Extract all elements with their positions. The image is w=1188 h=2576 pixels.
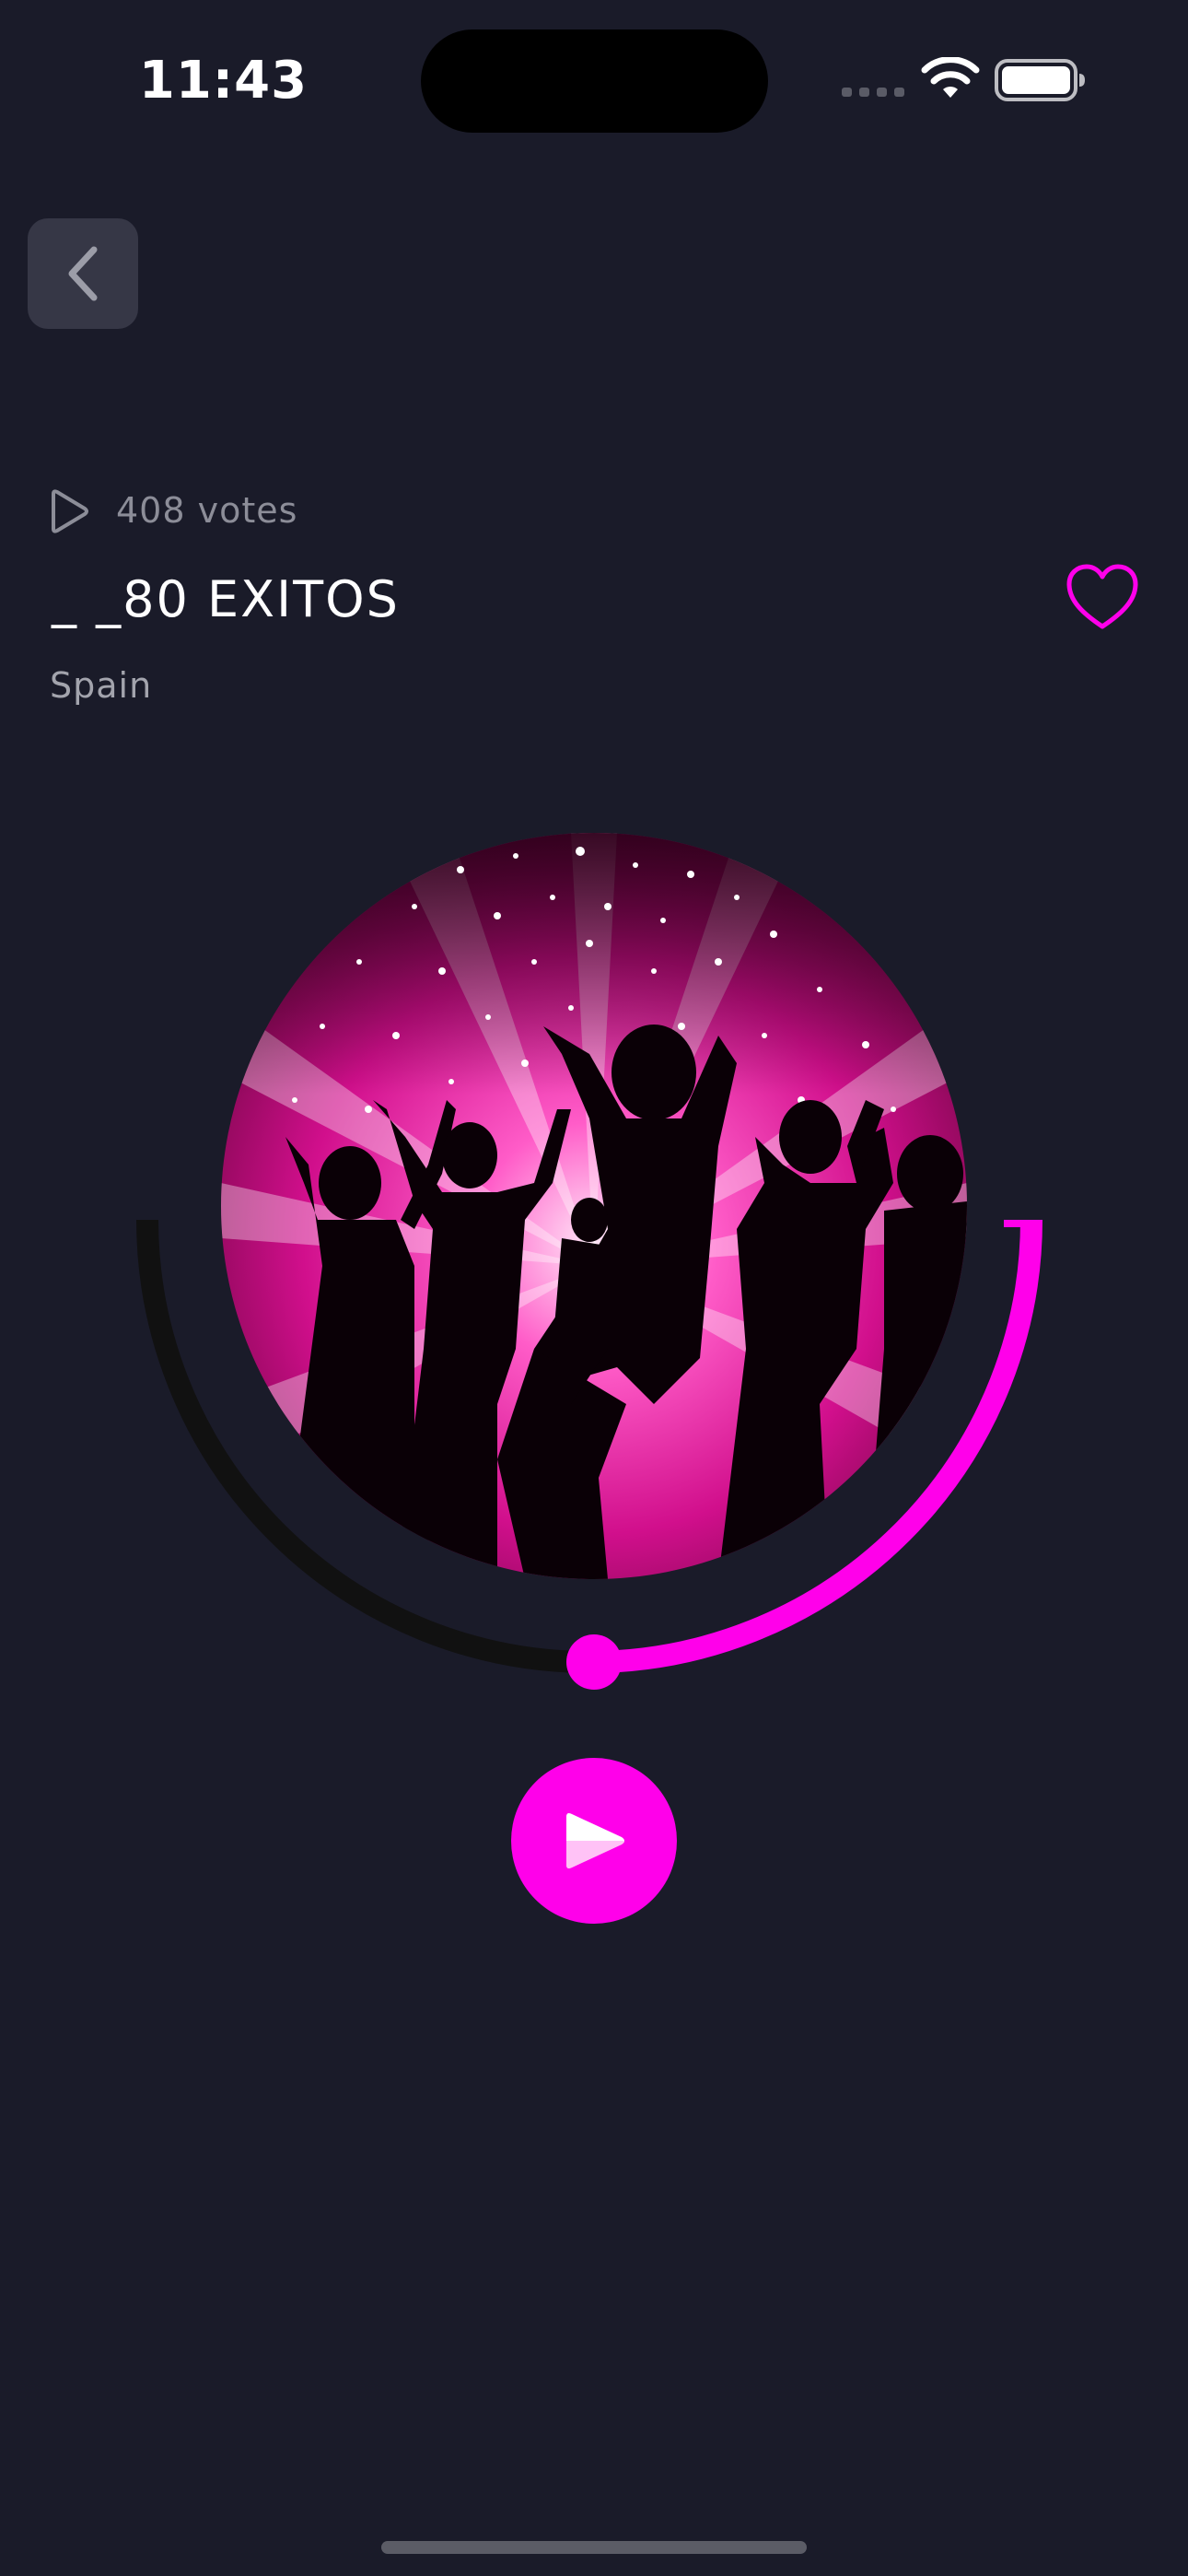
home-indicator [381,2541,807,2554]
station-cover-art [221,833,967,1579]
station-country: Spain [50,665,153,706]
cover-image [221,833,967,1579]
dynamic-island [421,29,768,133]
status-time: 11:43 [138,51,309,111]
station-title: _ _80 EXITOS [52,570,400,628]
battery-icon [995,59,1085,101]
heart-outline-icon[interactable] [1065,562,1140,632]
back-button[interactable] [28,218,138,329]
play-outline-icon [52,489,88,533]
votes-count: 408 votes [116,490,298,531]
cellular-signal-icon [842,88,904,97]
progress-thumb [566,1634,622,1690]
wifi-icon [921,57,980,98]
play-button[interactable] [511,1758,677,1924]
play-icon [566,1813,624,1868]
progress-end-cap [1004,1220,1031,1227]
chevron-left-icon [68,246,98,301]
